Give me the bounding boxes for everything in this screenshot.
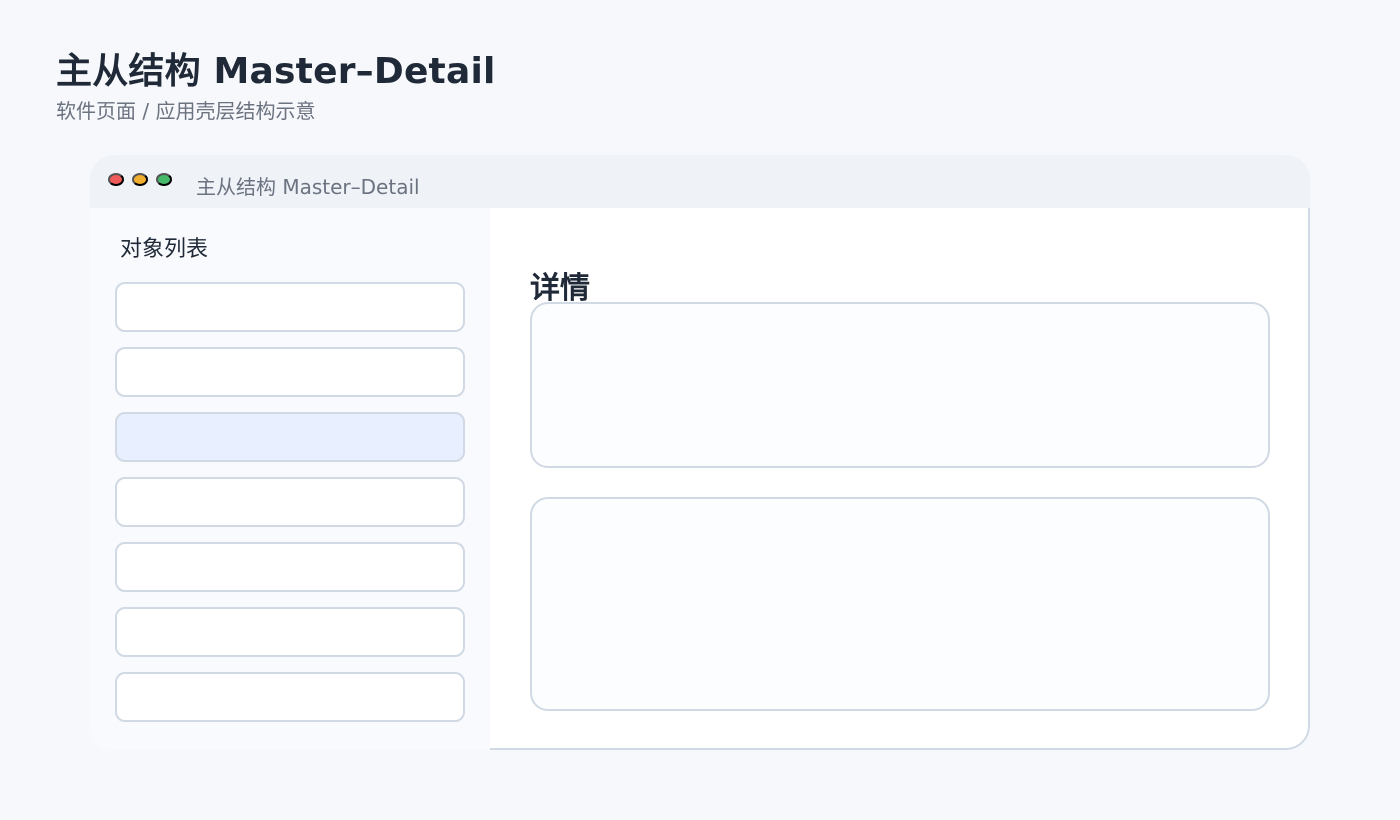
- app-window: 主从结构 Master–Detail 对象列表 详情: [90, 155, 1310, 750]
- page-title: 主从结构 Master–Detail: [56, 51, 496, 92]
- list-item[interactable]: [115, 672, 465, 722]
- window-title: 主从结构 Master–Detail: [196, 175, 420, 199]
- minimize-window-button[interactable]: [132, 173, 148, 186]
- list-item[interactable]: [115, 282, 465, 332]
- list-item[interactable]: [115, 347, 465, 397]
- window-titlebar: 主从结构 Master–Detail: [90, 155, 1310, 208]
- detail-pane: 详情: [490, 208, 1310, 750]
- list-item[interactable]: [115, 477, 465, 527]
- maximize-window-button[interactable]: [156, 173, 172, 186]
- object-list-title: 对象列表: [120, 237, 209, 262]
- selected-list-item[interactable]: [115, 412, 465, 462]
- list-item[interactable]: [115, 607, 465, 657]
- object-list: [115, 282, 465, 737]
- detail-summary-card: [530, 302, 1270, 468]
- master-pane: 对象列表: [90, 208, 490, 750]
- master-detail-page: 主从结构 Master–Detail 软件页面 / 应用壳层结构示意 主从结构 …: [0, 0, 1400, 820]
- list-item[interactable]: [115, 542, 465, 592]
- page-subtitle: 软件页面 / 应用壳层结构示意: [56, 99, 316, 123]
- close-window-button[interactable]: [108, 173, 124, 186]
- detail-content-card: [530, 497, 1270, 711]
